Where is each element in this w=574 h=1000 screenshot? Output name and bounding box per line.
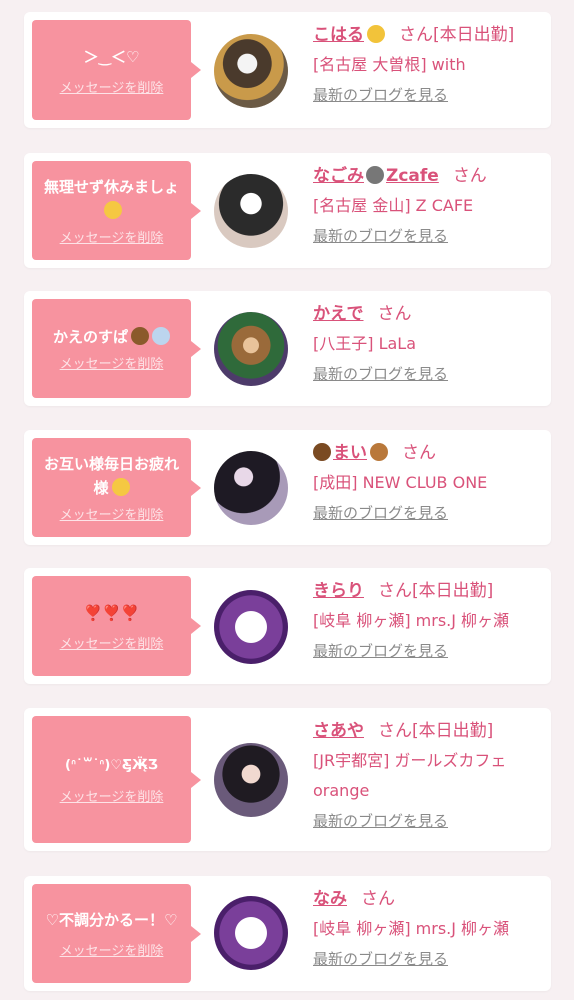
list-item: お互い様毎日お疲れ様 メッセージを削除 まい さん [成田] NEW CLUB O…: [24, 430, 551, 545]
delete-message-link[interactable]: メッセージを削除: [60, 77, 164, 96]
honorific: さん: [399, 25, 433, 45]
honorific: さん: [361, 889, 395, 909]
delete-message-link[interactable]: メッセージを削除: [60, 353, 164, 372]
latest-blog-link[interactable]: 最新のブログを見る: [313, 944, 545, 974]
cast-name-link[interactable]: まい: [313, 443, 388, 463]
list-item: ＞‿＜♡ メッセージを削除 こはる さん[本日出勤] [名古屋 大曽根] with…: [24, 12, 551, 128]
message-bubble: かえのすぱ メッセージを削除: [32, 299, 201, 398]
message-bubble: ＞‿＜♡ メッセージを削除: [32, 20, 201, 120]
pleading-face-icon: [111, 478, 130, 496]
cast-name-link[interactable]: なごみ Zcafe: [313, 166, 439, 186]
avatar[interactable]: [214, 451, 288, 525]
latest-blog-link[interactable]: 最新のブログを見る: [313, 498, 545, 528]
teddy-bear-icon: [370, 443, 388, 461]
message-text: ♡不調分かるー！♡: [45, 911, 178, 929]
delete-message-link[interactable]: メッセージを削除: [60, 504, 164, 523]
message-text: お互い様毎日お疲れ様: [43, 455, 179, 497]
message-text: かえのすぱ: [53, 325, 170, 349]
status-badge: [本日出勤]: [433, 25, 515, 45]
favorites-list: ＞‿＜♡ メッセージを削除 こはる さん[本日出勤] [名古屋 大曽根] with…: [0, 0, 574, 1000]
honorific: さん: [377, 304, 412, 324]
avatar[interactable]: [214, 896, 288, 970]
honorific: さん: [402, 443, 436, 463]
shop-name: [岐阜 柳ヶ瀬] mrs.J 柳ヶ瀬: [313, 611, 510, 630]
shop-name: [名古屋 大曽根] with: [313, 55, 466, 74]
message-text: ＞‿＜♡: [83, 47, 140, 66]
message-text: (ᐢ˙꒳˙ᐢ)♡Ƹ̵̡Ӝ̵̨̄Ʒ: [65, 758, 158, 773]
message-bubble: ❣️❣️❣️ メッセージを削除: [32, 576, 201, 676]
shop-name: [八王子] LaLa: [313, 334, 417, 353]
dash-icon: [152, 327, 170, 345]
latest-blog-link[interactable]: 最新のブログを見る: [313, 221, 545, 251]
message-bubble: お互い様毎日お疲れ様 メッセージを削除: [32, 438, 201, 537]
avatar[interactable]: [214, 174, 288, 248]
latest-blog-link[interactable]: 最新のブログを見る: [313, 359, 545, 389]
latest-blog-link[interactable]: 最新のブログを見る: [313, 806, 545, 836]
cast-name-link[interactable]: かえで: [313, 304, 364, 324]
delete-message-link[interactable]: メッセージを削除: [60, 940, 164, 959]
avatar[interactable]: [214, 743, 288, 817]
shop-name: [名古屋 金山] Z CAFE: [313, 196, 474, 215]
message-bubble: ♡不調分かるー！♡ メッセージを削除: [32, 884, 201, 983]
list-item: かえのすぱ メッセージを削除 かえで さん [八王子] LaLa 最新のブログを見…: [24, 291, 551, 406]
cast-name-link[interactable]: なみ: [313, 889, 347, 909]
message-text: ❣️❣️❣️: [83, 603, 140, 622]
status-badge: [本日出勤]: [412, 581, 494, 601]
list-item: 無理せず休みましょ メッセージを削除 なごみ Zcafe さん [名古屋 金山] Z…: [24, 153, 551, 268]
avatar[interactable]: [214, 312, 288, 386]
delete-message-link[interactable]: メッセージを削除: [60, 633, 164, 652]
shop-name: [成田] NEW CLUB ONE: [313, 473, 488, 492]
message-bubble: (ᐢ˙꒳˙ᐢ)♡Ƹ̵̡Ӝ̵̨̄Ʒ メッセージを削除: [32, 716, 201, 843]
honorific: さん: [378, 721, 412, 741]
honorific: さん: [452, 166, 487, 186]
honorific: さん: [378, 581, 412, 601]
avatar[interactable]: [214, 34, 288, 108]
shop-name: [JR宇都宮] ガールズカフェ orange: [313, 751, 507, 800]
gray-heart-icon: [366, 166, 384, 184]
horse-icon: [131, 327, 149, 345]
list-item: ♡不調分かるー！♡ メッセージを削除 なみ さん [岐阜 柳ヶ瀬] mrs.J 柳…: [24, 876, 551, 991]
crying-face-icon: [104, 201, 122, 219]
delete-message-link[interactable]: メッセージを削除: [60, 227, 164, 246]
brown-heart-icon: [313, 443, 331, 461]
shop-name: [岐阜 柳ヶ瀬] mrs.J 柳ヶ瀬: [313, 919, 510, 938]
cast-name-link[interactable]: きらり: [313, 581, 364, 601]
list-item: (ᐢ˙꒳˙ᐢ)♡Ƹ̵̡Ӝ̵̨̄Ʒ メッセージを削除 さあや さん[本日出勤] [J…: [24, 708, 551, 851]
latest-blog-link[interactable]: 最新のブログを見る: [313, 636, 545, 666]
message-bubble: 無理せず休みましょ メッセージを削除: [32, 161, 201, 260]
list-item: ❣️❣️❣️ メッセージを削除 きらり さん[本日出勤] [岐阜 柳ヶ瀬] mrs…: [24, 568, 551, 684]
cast-name-link[interactable]: こはる: [313, 25, 364, 45]
heart-icon: [367, 25, 385, 43]
status-badge: [本日出勤]: [412, 721, 494, 741]
delete-message-link[interactable]: メッセージを削除: [60, 786, 164, 805]
message-text: 無理せず休みましょ: [40, 175, 183, 223]
avatar[interactable]: [214, 590, 288, 664]
latest-blog-link[interactable]: 最新のブログを見る: [313, 80, 545, 110]
cast-name-link[interactable]: さあや: [313, 721, 364, 741]
